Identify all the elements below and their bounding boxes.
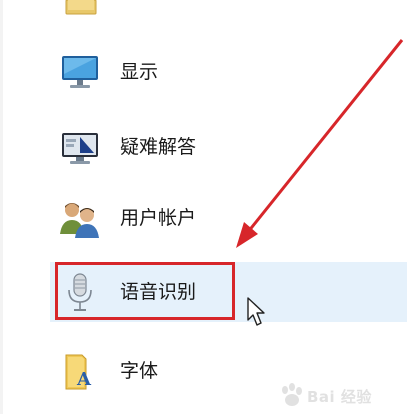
watermark-text: Bai 经验 bbox=[307, 388, 372, 406]
troubleshoot-icon bbox=[62, 133, 98, 164]
paw-icon bbox=[282, 383, 302, 406]
item-label-user-accounts: 用户帐户 bbox=[120, 207, 197, 229]
control-panel-item-troubleshooting[interactable]: 疑难解答 bbox=[50, 117, 407, 177]
svg-text:A: A bbox=[76, 369, 92, 390]
window-edge bbox=[0, 0, 3, 414]
item-label-troubleshooting: 疑难解答 bbox=[120, 136, 197, 158]
control-panel-item-display[interactable]: 显示 bbox=[50, 42, 407, 102]
control-panel-item-user-accounts[interactable]: 用户帐户 bbox=[50, 188, 407, 248]
mouse-cursor-icon bbox=[247, 297, 265, 326]
watermark: Bai 经验 bbox=[277, 382, 395, 408]
monitor-icon bbox=[62, 56, 98, 88]
font-folder-icon: A bbox=[65, 354, 92, 390]
item-label-fonts: 字体 bbox=[120, 360, 159, 382]
highlight-annotation-box bbox=[55, 262, 235, 320]
user-accounts-icon bbox=[60, 203, 99, 238]
folder-icon bbox=[65, 0, 97, 15]
item-label-display: 显示 bbox=[120, 61, 159, 83]
